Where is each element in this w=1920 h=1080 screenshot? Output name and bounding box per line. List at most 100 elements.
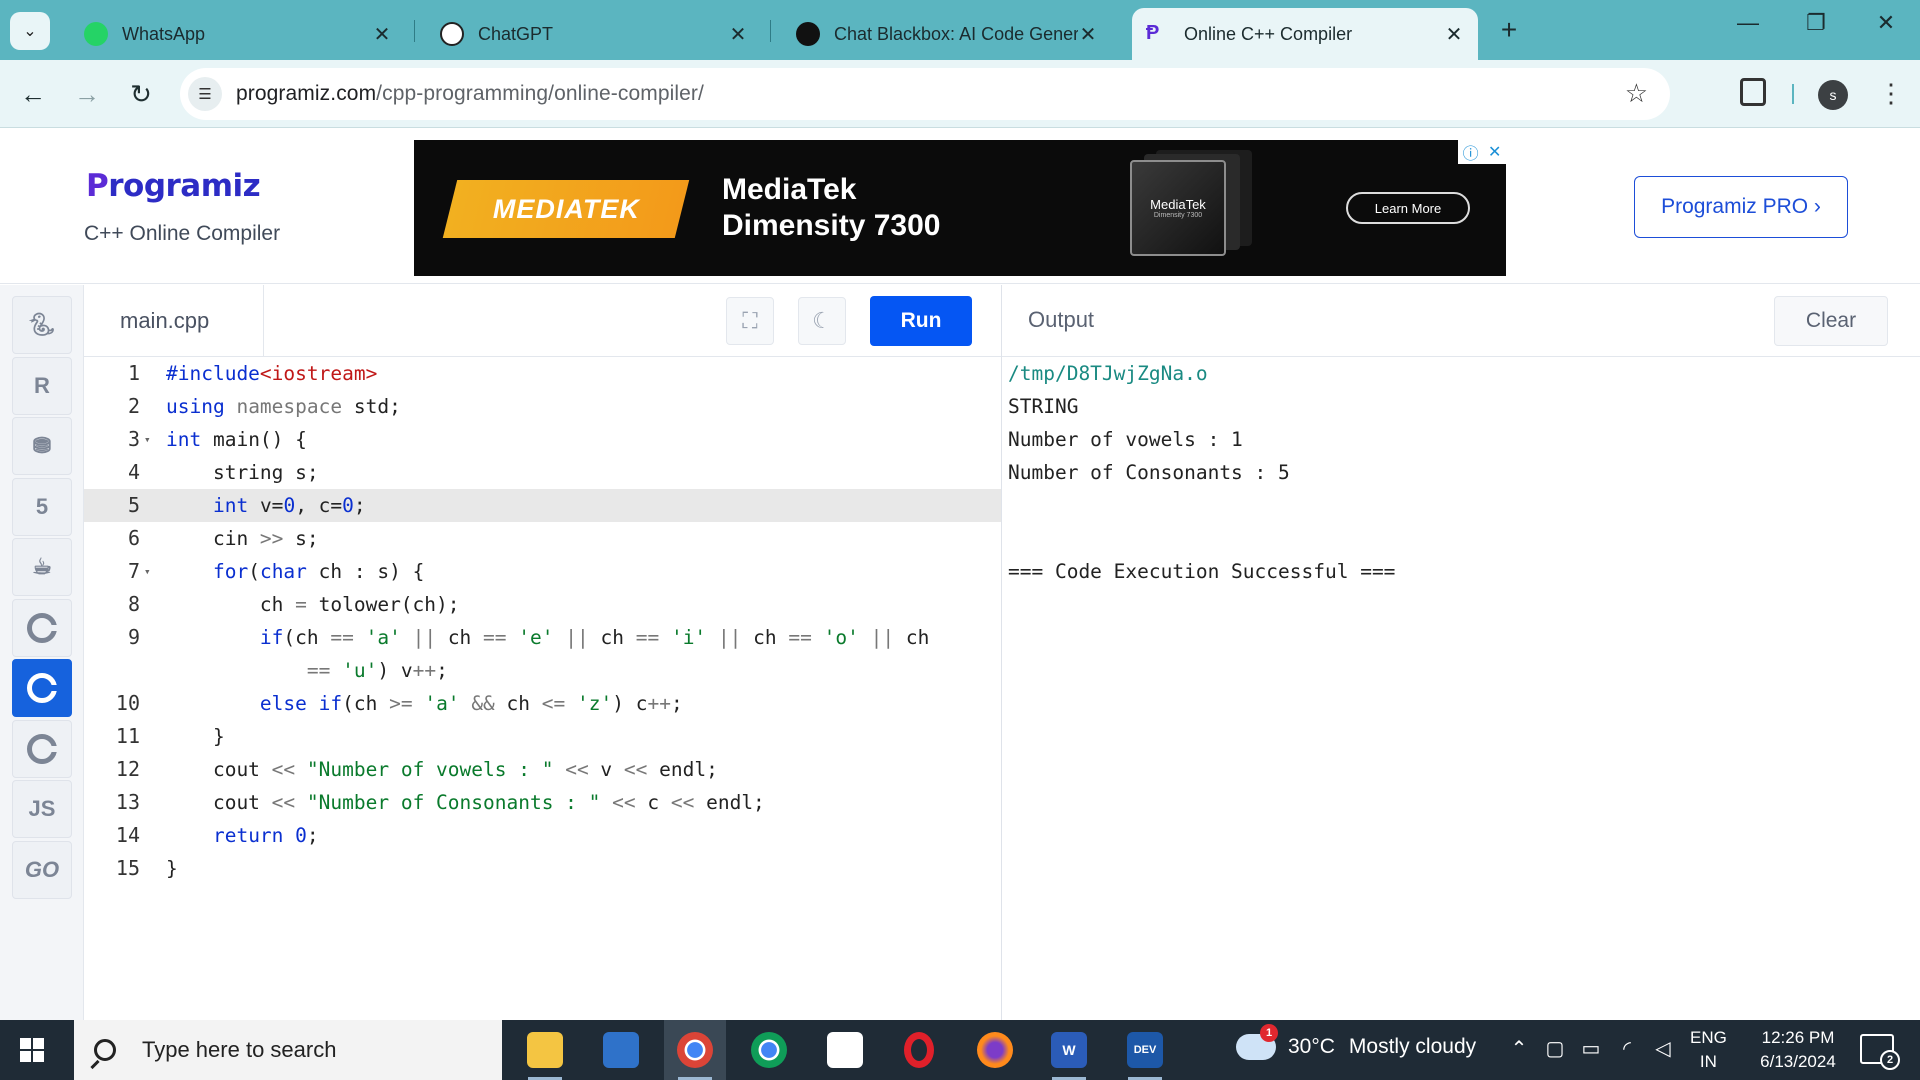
fullscreen-icon[interactable]: ⛶	[726, 297, 774, 345]
line-number: 5	[127, 493, 140, 517]
programiz-icon: Ᵽ	[1146, 22, 1160, 44]
sql-database-icon[interactable]: ⛃	[12, 417, 72, 475]
devcpp-icon[interactable]: DEV	[1114, 1020, 1176, 1080]
close-tab-icon[interactable]: ✕	[372, 22, 392, 47]
minimize-icon[interactable]: —	[1728, 10, 1768, 36]
ad-learn-more-button[interactable]: Learn More	[1346, 192, 1470, 224]
code-text: using namespace std;	[166, 395, 401, 418]
code-text: for(char ch : s) {	[212, 560, 425, 583]
notification-center-icon[interactable]: 2	[1860, 1034, 1900, 1070]
chrome-icon[interactable]	[738, 1020, 800, 1080]
code-line: 1 #include<iostream>	[84, 357, 1001, 390]
cpp-language-icon[interactable]	[12, 659, 72, 717]
code-line: 10 else if(ch >= 'a' && ch <= 'z') c++;	[84, 687, 1001, 720]
dinosaur-app-icon[interactable]	[814, 1020, 876, 1080]
advertisement-banner[interactable]: MEDIATEK MediaTek Dimensity 7300 MediaTe…	[414, 140, 1506, 276]
wifi-icon[interactable]: ◜	[1612, 1036, 1642, 1061]
profile-avatar[interactable]: s	[1818, 80, 1848, 110]
weather-widget[interactable]: 1 30°C Mostly cloudy	[1236, 1024, 1476, 1060]
taskbar-clock[interactable]: 12:26 PM 6/13/2024	[1740, 1026, 1856, 1074]
region-code: IN	[1699, 1052, 1717, 1071]
tab-chatgpt[interactable]: ChatGPT ✕	[426, 8, 762, 60]
close-tab-icon[interactable]: ✕	[728, 22, 748, 47]
javascript-icon[interactable]: JS	[12, 780, 72, 838]
meet-now-icon[interactable]: ▢	[1540, 1036, 1570, 1061]
clear-button[interactable]: Clear	[1774, 296, 1888, 346]
browser-menu-icon[interactable]: ⋮	[1878, 78, 1904, 108]
file-tab-main-cpp[interactable]: main.cpp	[84, 285, 264, 357]
fold-arrow-icon[interactable]: ▾	[144, 555, 151, 588]
restore-icon[interactable]: ❐	[1796, 10, 1836, 36]
run-button[interactable]: Run	[870, 296, 972, 346]
code-text: }	[166, 725, 225, 748]
volume-muted-icon[interactable]: ◁	[1648, 1036, 1678, 1061]
line-number: 3	[127, 427, 140, 451]
word-icon[interactable]: W	[1038, 1020, 1100, 1080]
line-number: 15	[115, 856, 140, 880]
c-language-icon[interactable]	[12, 599, 72, 657]
java-icon[interactable]: ☕︎	[12, 538, 72, 596]
code-text: else if(ch >= 'a' && ch <= 'z') c++;	[259, 692, 683, 715]
show-hidden-icons-chevron-icon[interactable]: ⌃	[1504, 1036, 1534, 1061]
dark-mode-moon-icon[interactable]: ☾	[798, 297, 846, 345]
output-line: Number of Consonants : 5	[1008, 461, 1290, 484]
editor-header: main.cpp ⛶ ☾ Run	[84, 285, 1001, 357]
windows-start-icon[interactable]	[20, 1038, 44, 1062]
close-tab-icon[interactable]: ✕	[1078, 22, 1098, 47]
chrome-active-icon[interactable]	[664, 1020, 726, 1080]
code-line: 4 string s;	[84, 456, 1001, 489]
opera-icon[interactable]	[888, 1020, 950, 1080]
back-icon[interactable]: ←	[18, 80, 48, 108]
output-console[interactable]: /tmp/D8TJwjZgNa.o STRING Number of vowel…	[1002, 357, 1920, 1020]
go-language-icon[interactable]: GO	[12, 841, 72, 899]
programiz-logo[interactable]: Programiz	[86, 168, 261, 204]
bookmark-star-icon[interactable]: ☆	[1625, 78, 1648, 109]
line-number: 14	[115, 823, 140, 847]
close-window-icon[interactable]: ✕	[1866, 10, 1906, 36]
input-language[interactable]: ENG IN	[1690, 1026, 1727, 1074]
weather-alert-badge: 1	[1260, 1024, 1278, 1042]
code-line-wrap: == 'u') v++;	[84, 654, 1001, 687]
line-number: 7	[127, 559, 140, 583]
code-text: int v=0, c=0;	[212, 494, 366, 517]
code-text: return 0;	[212, 824, 319, 847]
tab-online-cpp-compiler[interactable]: Ᵽ Online C++ Compiler ✕	[1132, 8, 1478, 60]
blackbox-icon	[796, 22, 820, 46]
forward-icon[interactable]: →	[72, 80, 102, 108]
firefox-icon[interactable]	[964, 1020, 1026, 1080]
news-app-icon[interactable]	[590, 1020, 652, 1080]
tab-whatsapp[interactable]: WhatsApp ✕	[70, 8, 406, 60]
language-sidebar: 🐍︎ R ⛃ 5 ☕︎ JS GO	[0, 285, 84, 1020]
ad-close-icon[interactable]: ✕	[1488, 142, 1501, 162]
code-line: 14 return 0;	[84, 819, 1001, 852]
site-info-icon[interactable]: ☰	[188, 77, 222, 111]
html5-icon[interactable]: 5	[12, 478, 72, 536]
new-tab-icon[interactable]: +	[1494, 14, 1524, 46]
taskbar-search-box[interactable]: Type here to search	[74, 1020, 502, 1080]
ad-title: MediaTek Dimensity 7300	[722, 172, 940, 244]
line-number: 8	[127, 592, 140, 616]
ad-info-icon[interactable]: ⓘ	[1463, 140, 1479, 164]
extensions-icon[interactable]	[1740, 78, 1766, 106]
line-number: 9	[127, 625, 140, 649]
tab-search-dropdown-icon[interactable]: ⌄	[10, 12, 50, 50]
ad-brand-text: MEDIATEK	[492, 193, 640, 224]
tab-label: ChatGPT	[478, 23, 554, 44]
r-language-icon[interactable]: R	[12, 357, 72, 415]
reload-icon[interactable]: ↻	[126, 80, 156, 108]
address-bar[interactable]: ☰ programiz.com/cpp-programming/online-c…	[180, 68, 1670, 120]
battery-icon[interactable]: ▭	[1576, 1036, 1606, 1061]
c-ring	[27, 613, 58, 643]
programiz-pro-button[interactable]: Programiz PRO ›	[1634, 176, 1848, 238]
python-icon[interactable]: 🐍︎	[12, 296, 72, 354]
ad-title-line1: MediaTek	[722, 173, 857, 206]
code-text: if(ch == 'a' || ch == 'e' || ch == 'i' |…	[259, 626, 930, 649]
csharp-language-icon[interactable]	[12, 720, 72, 778]
file-explorer-icon[interactable]	[514, 1020, 576, 1080]
close-tab-icon[interactable]: ✕	[1444, 22, 1464, 47]
tab-blackbox[interactable]: Chat Blackbox: AI Code Generat ✕	[782, 8, 1112, 60]
line-number: 4	[127, 460, 140, 484]
fold-arrow-icon[interactable]: ▾	[144, 423, 151, 456]
line-number: 12	[115, 757, 140, 781]
code-editor[interactable]: 1 #include<iostream> 2 using namespace s…	[84, 357, 1001, 1020]
